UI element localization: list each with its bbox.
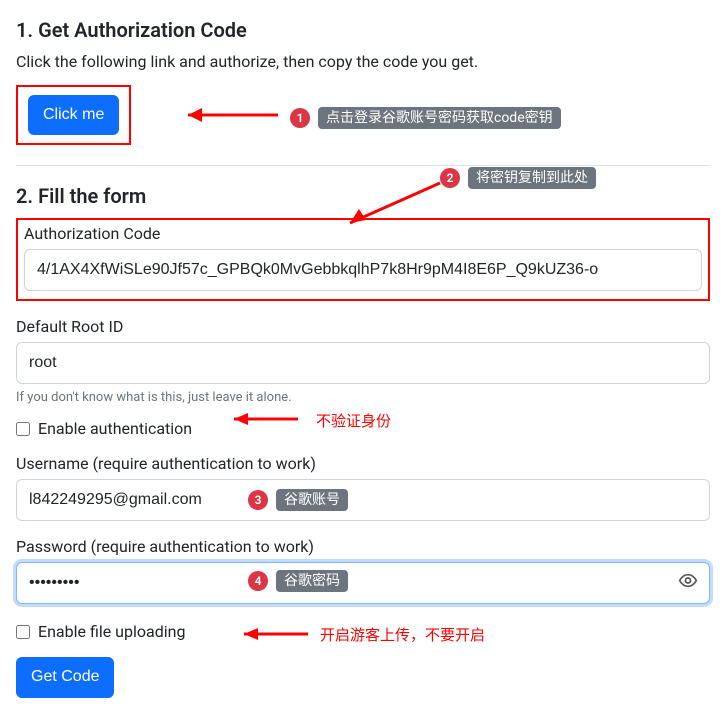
annotation-3-num: 3: [248, 490, 268, 510]
auth-note: 不验证身份: [316, 410, 391, 431]
annotation-2-num: 2: [440, 168, 460, 188]
annotation-1: 1 点击登录谷歌账号密码获取code密钥: [290, 107, 561, 129]
root-label: Default Root ID: [16, 317, 710, 336]
get-code-button[interactable]: Get Code: [16, 657, 114, 697]
arrow-2: [330, 175, 450, 235]
root-input[interactable]: [16, 342, 710, 384]
auth-code-input[interactable]: [24, 249, 702, 291]
annotation-3-text: 谷歌账号: [276, 489, 348, 511]
section1-desc: Click the following link and authorize, …: [16, 52, 710, 71]
upload-note: 开启游客上传，不要开启: [320, 624, 485, 645]
annotation-2: 2 将密钥复制到此处: [440, 167, 596, 189]
enable-upload-label: Enable file uploading: [38, 622, 185, 641]
annotation-4: 4 谷歌密码: [248, 570, 348, 592]
divider: [16, 165, 710, 166]
arrow-1: [170, 100, 280, 130]
arrow-upload: [230, 624, 310, 644]
root-help: If you don't know what is this, just lea…: [16, 390, 710, 405]
click-me-button[interactable]: Click me: [28, 95, 119, 135]
click-me-highlight: Click me: [16, 85, 131, 145]
enable-upload-checkbox[interactable]: [16, 625, 30, 639]
password-input[interactable]: [16, 562, 710, 604]
reveal-password-icon[interactable]: [678, 571, 698, 596]
section1-title: 1. Get Authorization Code: [16, 18, 710, 42]
annotation-1-text: 点击登录谷歌账号密码获取code密钥: [318, 107, 561, 129]
root-field: Default Root ID If you don't know what i…: [16, 317, 710, 405]
page-root: 1. Get Authorization Code Click the foll…: [0, 0, 726, 710]
annotation-4-text: 谷歌密码: [276, 570, 348, 592]
arrow-auth: [220, 409, 300, 429]
annotation-2-text: 将密钥复制到此处: [468, 167, 596, 189]
password-label: Password (require authentication to work…: [16, 537, 710, 556]
enable-auth-label: Enable authentication: [38, 419, 192, 438]
enable-auth-checkbox[interactable]: [16, 422, 30, 436]
password-field: Password (require authentication to work…: [16, 537, 710, 604]
annotation-3: 3 谷歌账号: [248, 489, 348, 511]
username-field: Username (require authentication to work…: [16, 454, 710, 521]
annotation-1-num: 1: [290, 108, 310, 128]
username-label: Username (require authentication to work…: [16, 454, 710, 473]
username-input[interactable]: [16, 479, 710, 521]
annotation-4-num: 4: [248, 571, 268, 591]
